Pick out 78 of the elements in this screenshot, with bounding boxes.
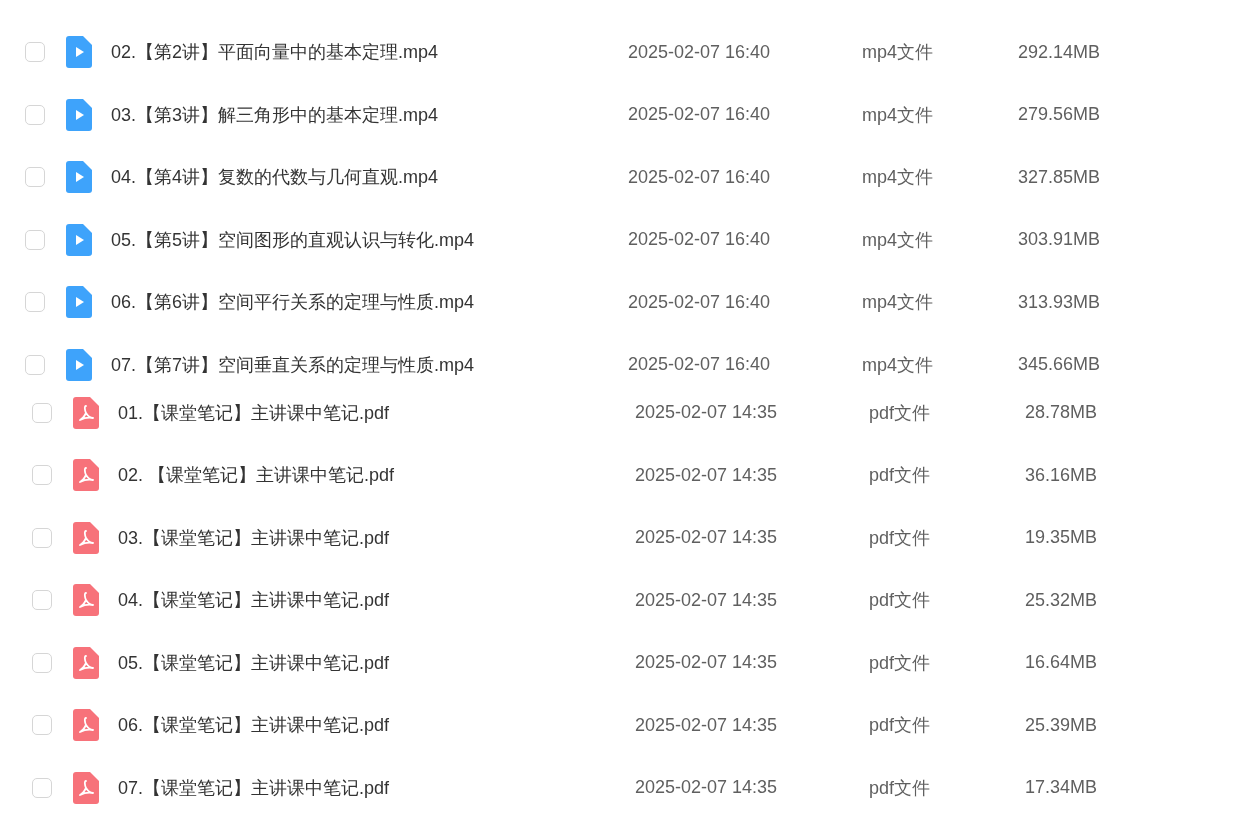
file-name[interactable]: 06.【课堂笔记】主讲课中笔记.pdf: [118, 715, 390, 735]
modified-date: 2025-02-07 14:35: [635, 527, 778, 547]
file-type: pdf文件: [869, 590, 931, 610]
file-size: 292.14MB: [1018, 41, 1101, 62]
modified-date: 2025-02-07 14:35: [635, 714, 778, 735]
modified-date: 2025-02-07 16:40: [628, 354, 771, 374]
modified-date: 2025-02-07 16:40: [628, 41, 771, 62]
pdf-file-icon: [73, 646, 99, 679]
video-file-icon: [66, 223, 92, 256]
checkbox[interactable]: [32, 652, 52, 673]
checkbox[interactable]: [32, 402, 52, 423]
modified-date: 2025-02-07 14:35: [635, 589, 778, 610]
pdf-file-icon: [73, 521, 99, 554]
file-type: mp4文件: [862, 229, 933, 250]
pdf-file-icon: [73, 396, 99, 429]
file-size: 345.66MB: [1018, 354, 1101, 374]
file-name[interactable]: 05.【课堂笔记】主讲课中笔记.pdf: [118, 652, 390, 673]
file-size: 28.78MB: [1025, 402, 1098, 422]
file-name[interactable]: 03.【第3讲】解三角形中的基本定理.mp4: [111, 104, 439, 125]
video-file-icon: [66, 36, 92, 68]
checkbox[interactable]: [32, 527, 52, 548]
video-file-icon: [66, 98, 92, 131]
file-type: pdf文件: [869, 402, 931, 423]
file-type: mp4文件: [862, 42, 933, 62]
file-name[interactable]: 02. 【课堂笔记】主讲课中笔记.pdf: [118, 465, 395, 485]
file-size: 303.91MB: [1018, 229, 1101, 249]
file-size: 17.34MB: [1025, 777, 1098, 797]
checkbox[interactable]: [25, 229, 45, 250]
checkbox[interactable]: [32, 465, 52, 485]
checkbox[interactable]: [32, 590, 52, 610]
modified-date: 2025-02-07 14:35: [635, 652, 778, 672]
file-type: pdf文件: [869, 715, 931, 735]
modified-date: 2025-02-07 14:35: [635, 402, 778, 422]
file-size: 36.16MB: [1025, 464, 1098, 485]
video-file-icon: [66, 161, 92, 193]
file-name[interactable]: 06.【第6讲】空间平行关系的定理与性质.mp4: [111, 292, 475, 312]
modified-date: 2025-02-07 16:40: [628, 291, 771, 312]
file-type: mp4文件: [862, 292, 933, 312]
file-type: pdf文件: [869, 652, 931, 673]
modified-date: 2025-02-07 16:40: [628, 104, 771, 124]
file-type: mp4文件: [862, 167, 933, 187]
file-name[interactable]: 02.【第2讲】平面向量中的基本定理.mp4: [111, 42, 439, 62]
file-name[interactable]: 03.【课堂笔记】主讲课中笔记.pdf: [118, 527, 390, 548]
file-size: 16.64MB: [1025, 652, 1098, 672]
file-size: 19.35MB: [1025, 527, 1098, 547]
video-file-icon: [66, 348, 92, 381]
file-name[interactable]: 07.【第7讲】空间垂直关系的定理与性质.mp4: [111, 354, 475, 375]
file-name[interactable]: 05.【第5讲】空间图形的直观认识与转化.mp4: [111, 229, 475, 250]
file-name[interactable]: 04.【第4讲】复数的代数与几何直观.mp4: [111, 167, 439, 187]
file-name[interactable]: 04.【课堂笔记】主讲课中笔记.pdf: [118, 590, 390, 610]
pdf-file-icon: [73, 771, 99, 804]
checkbox[interactable]: [25, 42, 45, 62]
file-type: mp4文件: [862, 104, 933, 125]
checkbox[interactable]: [32, 715, 52, 735]
file-size: 25.32MB: [1025, 589, 1098, 610]
file-name[interactable]: 07.【课堂笔记】主讲课中笔记.pdf: [118, 777, 390, 798]
file-size: 313.93MB: [1018, 291, 1101, 312]
modified-date: 2025-02-07 16:40: [628, 166, 771, 187]
checkbox[interactable]: [25, 167, 45, 187]
checkbox[interactable]: [25, 354, 45, 375]
pdf-file-icon: [73, 459, 99, 491]
pdf-file-icon: [73, 584, 99, 616]
file-type: pdf文件: [869, 777, 931, 798]
file-size: 279.56MB: [1018, 104, 1101, 124]
checkbox[interactable]: [25, 292, 45, 312]
file-type: pdf文件: [869, 465, 931, 485]
file-size: 25.39MB: [1025, 714, 1098, 735]
file-size: 327.85MB: [1018, 166, 1101, 187]
modified-date: 2025-02-07 14:35: [635, 777, 778, 797]
file-name[interactable]: 01.【课堂笔记】主讲课中笔记.pdf: [118, 402, 390, 423]
modified-date: 2025-02-07 16:40: [628, 229, 771, 249]
pdf-file-icon: [73, 709, 99, 741]
file-type: mp4文件: [862, 354, 933, 375]
modified-date: 2025-02-07 14:35: [635, 464, 778, 485]
video-file-icon: [66, 286, 92, 318]
checkbox[interactable]: [25, 104, 45, 125]
checkbox[interactable]: [32, 777, 52, 798]
file-type: pdf文件: [869, 527, 931, 548]
